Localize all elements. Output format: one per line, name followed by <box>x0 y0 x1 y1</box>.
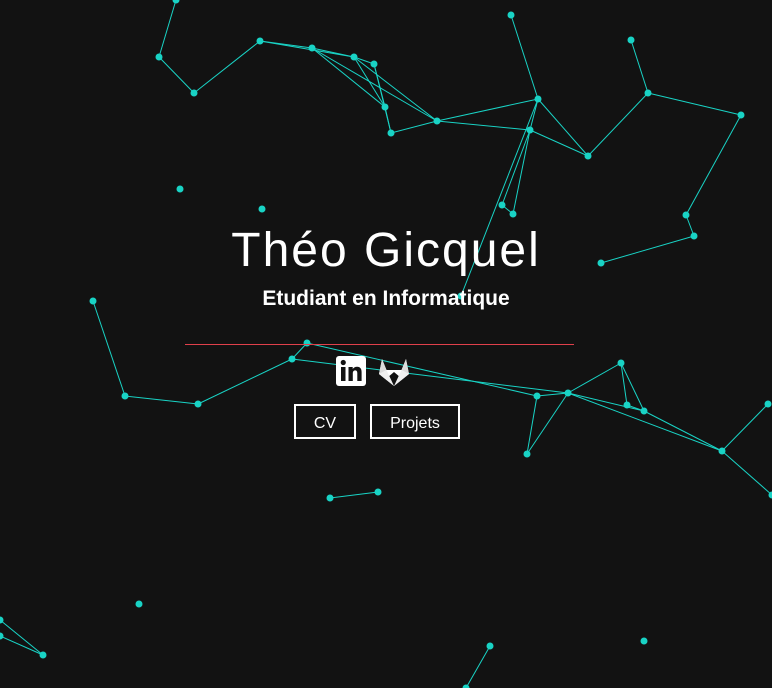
network-node <box>640 407 648 415</box>
network-link <box>685 114 742 216</box>
network-node <box>462 684 470 688</box>
network-link <box>510 14 539 100</box>
network-node <box>584 152 592 160</box>
projects-button[interactable]: Projets <box>370 404 460 439</box>
network-link <box>526 395 538 455</box>
divider <box>185 344 574 345</box>
network-link <box>311 47 386 108</box>
network-node <box>644 89 652 97</box>
network-node <box>526 126 534 134</box>
network-link <box>526 392 569 455</box>
network-node <box>682 211 690 219</box>
network-link <box>529 129 589 157</box>
network-link <box>311 47 438 122</box>
network-node <box>718 447 726 455</box>
network-link <box>390 120 438 134</box>
network-link <box>465 645 491 688</box>
network-node <box>381 103 389 111</box>
network-node <box>350 53 358 61</box>
network-node <box>764 400 772 408</box>
hero-subtitle: Etudiant en Informatique <box>262 287 510 310</box>
network-node <box>308 44 316 52</box>
network-node <box>737 111 745 119</box>
network-link <box>353 56 438 122</box>
network-node <box>121 392 129 400</box>
network-link <box>291 358 569 394</box>
gitlab-icon <box>379 359 409 386</box>
gitlab-link[interactable] <box>377 355 411 389</box>
cv-button[interactable]: CV <box>294 404 356 439</box>
network-node <box>258 205 266 213</box>
network-link <box>529 98 539 131</box>
linkedin-link[interactable] <box>336 356 370 390</box>
network-link <box>643 410 723 452</box>
network-node <box>533 392 541 400</box>
network-link <box>436 98 539 122</box>
network-node <box>194 400 202 408</box>
network-node <box>387 129 395 137</box>
network-node <box>303 339 311 347</box>
linkedin-icon <box>336 356 366 386</box>
network-node <box>155 53 163 61</box>
network-link <box>158 0 177 58</box>
network-node <box>564 389 572 397</box>
network-node <box>374 488 382 496</box>
social-links <box>335 355 415 391</box>
network-node <box>326 494 334 502</box>
network-node <box>135 600 143 608</box>
network-node <box>627 36 635 44</box>
network-node <box>534 95 542 103</box>
network-node <box>509 210 517 218</box>
network-node <box>617 359 625 367</box>
network-link <box>329 491 379 499</box>
network-node <box>256 37 264 45</box>
network-link <box>259 40 355 58</box>
network-node <box>176 185 184 193</box>
network-link <box>630 39 649 94</box>
network-node <box>623 401 631 409</box>
network-node <box>172 0 180 4</box>
network-link <box>647 92 742 116</box>
network-link <box>124 395 199 405</box>
network-link <box>537 98 589 157</box>
network-link <box>536 392 569 397</box>
network-link <box>501 129 531 206</box>
network-link <box>0 619 44 656</box>
network-link <box>567 392 723 452</box>
network-link <box>567 362 622 394</box>
network-link <box>721 450 772 496</box>
network-link <box>721 403 769 452</box>
network-link <box>587 92 649 157</box>
network-node <box>523 450 531 458</box>
network-node <box>370 60 378 68</box>
network-link <box>92 300 126 397</box>
network-node <box>486 642 494 650</box>
network-link <box>193 40 261 94</box>
network-link <box>158 56 195 94</box>
network-link <box>512 129 531 215</box>
network-node <box>498 201 506 209</box>
network-node <box>190 89 198 97</box>
network-node <box>39 651 47 659</box>
network-link <box>197 358 293 405</box>
network-link <box>436 120 531 131</box>
network-node <box>0 632 4 640</box>
network-link <box>567 392 645 412</box>
network-link <box>384 106 392 134</box>
page: Théo Gicquel Etudiant en Informatique CV… <box>0 0 772 688</box>
network-node <box>288 355 296 363</box>
hero-name: Théo Gicquel <box>231 224 541 277</box>
network-link <box>0 635 44 656</box>
network-node <box>433 117 441 125</box>
network-node <box>507 11 515 19</box>
network-node <box>640 637 648 645</box>
